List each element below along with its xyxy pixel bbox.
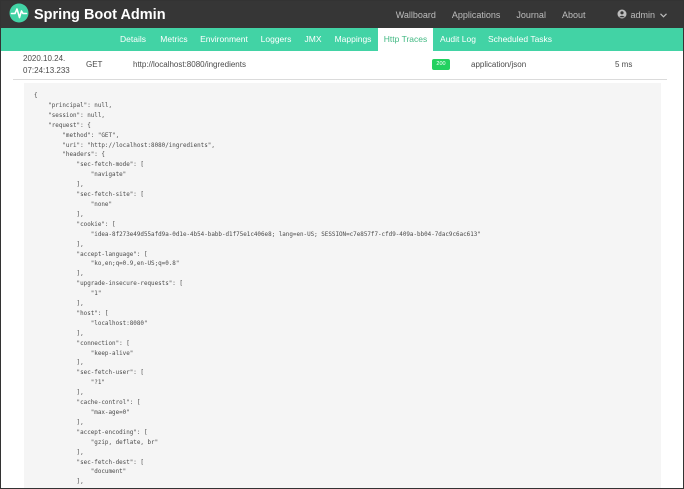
tab-audit-log[interactable]: Audit Log bbox=[437, 28, 479, 51]
heartbeat-logo-icon bbox=[9, 3, 29, 28]
trace-time: 07:24:13.233 bbox=[23, 66, 70, 75]
trace-date: 2020.10.24. bbox=[23, 54, 66, 63]
tab-jmx[interactable]: JMX bbox=[300, 28, 326, 51]
tab-metrics[interactable]: Metrics bbox=[155, 28, 193, 51]
tab-environment[interactable]: Environment bbox=[197, 28, 251, 51]
brand-title: Spring Boot Admin bbox=[34, 7, 166, 23]
tab-loggers[interactable]: Loggers bbox=[257, 28, 295, 51]
nav-wallboard[interactable]: Wallboard bbox=[396, 10, 436, 20]
trace-details-json: { "principal": null, "session": null, "r… bbox=[24, 83, 661, 488]
brand-link[interactable]: Spring Boot Admin bbox=[9, 3, 166, 28]
app-window: Spring Boot Admin Wallboard Applications… bbox=[0, 0, 684, 489]
nav-applications[interactable]: Applications bbox=[452, 10, 501, 20]
status-badge: 200 bbox=[432, 59, 450, 70]
http-trace-row[interactable]: 2020.10.24. 07:24:13.233 GET http://loca… bbox=[1, 51, 683, 79]
user-circle-icon bbox=[617, 9, 627, 21]
tab-details[interactable]: Details bbox=[115, 28, 151, 51]
tab-http-traces[interactable]: Http Traces bbox=[378, 28, 433, 51]
user-menu[interactable]: admin bbox=[601, 9, 667, 21]
instance-tabs: Details Metrics Environment Loggers JMX … bbox=[1, 28, 683, 51]
json-text: { "principal": null, "session": null, "r… bbox=[34, 93, 481, 486]
tab-scheduled-tasks[interactable]: Scheduled Tasks bbox=[486, 28, 554, 51]
top-navbar: Spring Boot Admin Wallboard Applications… bbox=[1, 1, 683, 28]
chevron-down-icon bbox=[660, 10, 667, 20]
row-divider bbox=[13, 79, 667, 80]
trace-duration: 5 ms bbox=[615, 60, 633, 69]
top-nav-links: Wallboard Applications Journal About adm… bbox=[380, 1, 667, 28]
nav-about[interactable]: About bbox=[562, 10, 586, 20]
trace-content-type: application/json bbox=[471, 60, 527, 69]
trace-uri: http://localhost:8080/ingredients bbox=[133, 60, 246, 69]
nav-journal[interactable]: Journal bbox=[516, 10, 546, 20]
user-name: admin bbox=[630, 9, 655, 20]
trace-method: GET bbox=[86, 60, 103, 69]
tab-mappings[interactable]: Mappings bbox=[331, 28, 375, 51]
